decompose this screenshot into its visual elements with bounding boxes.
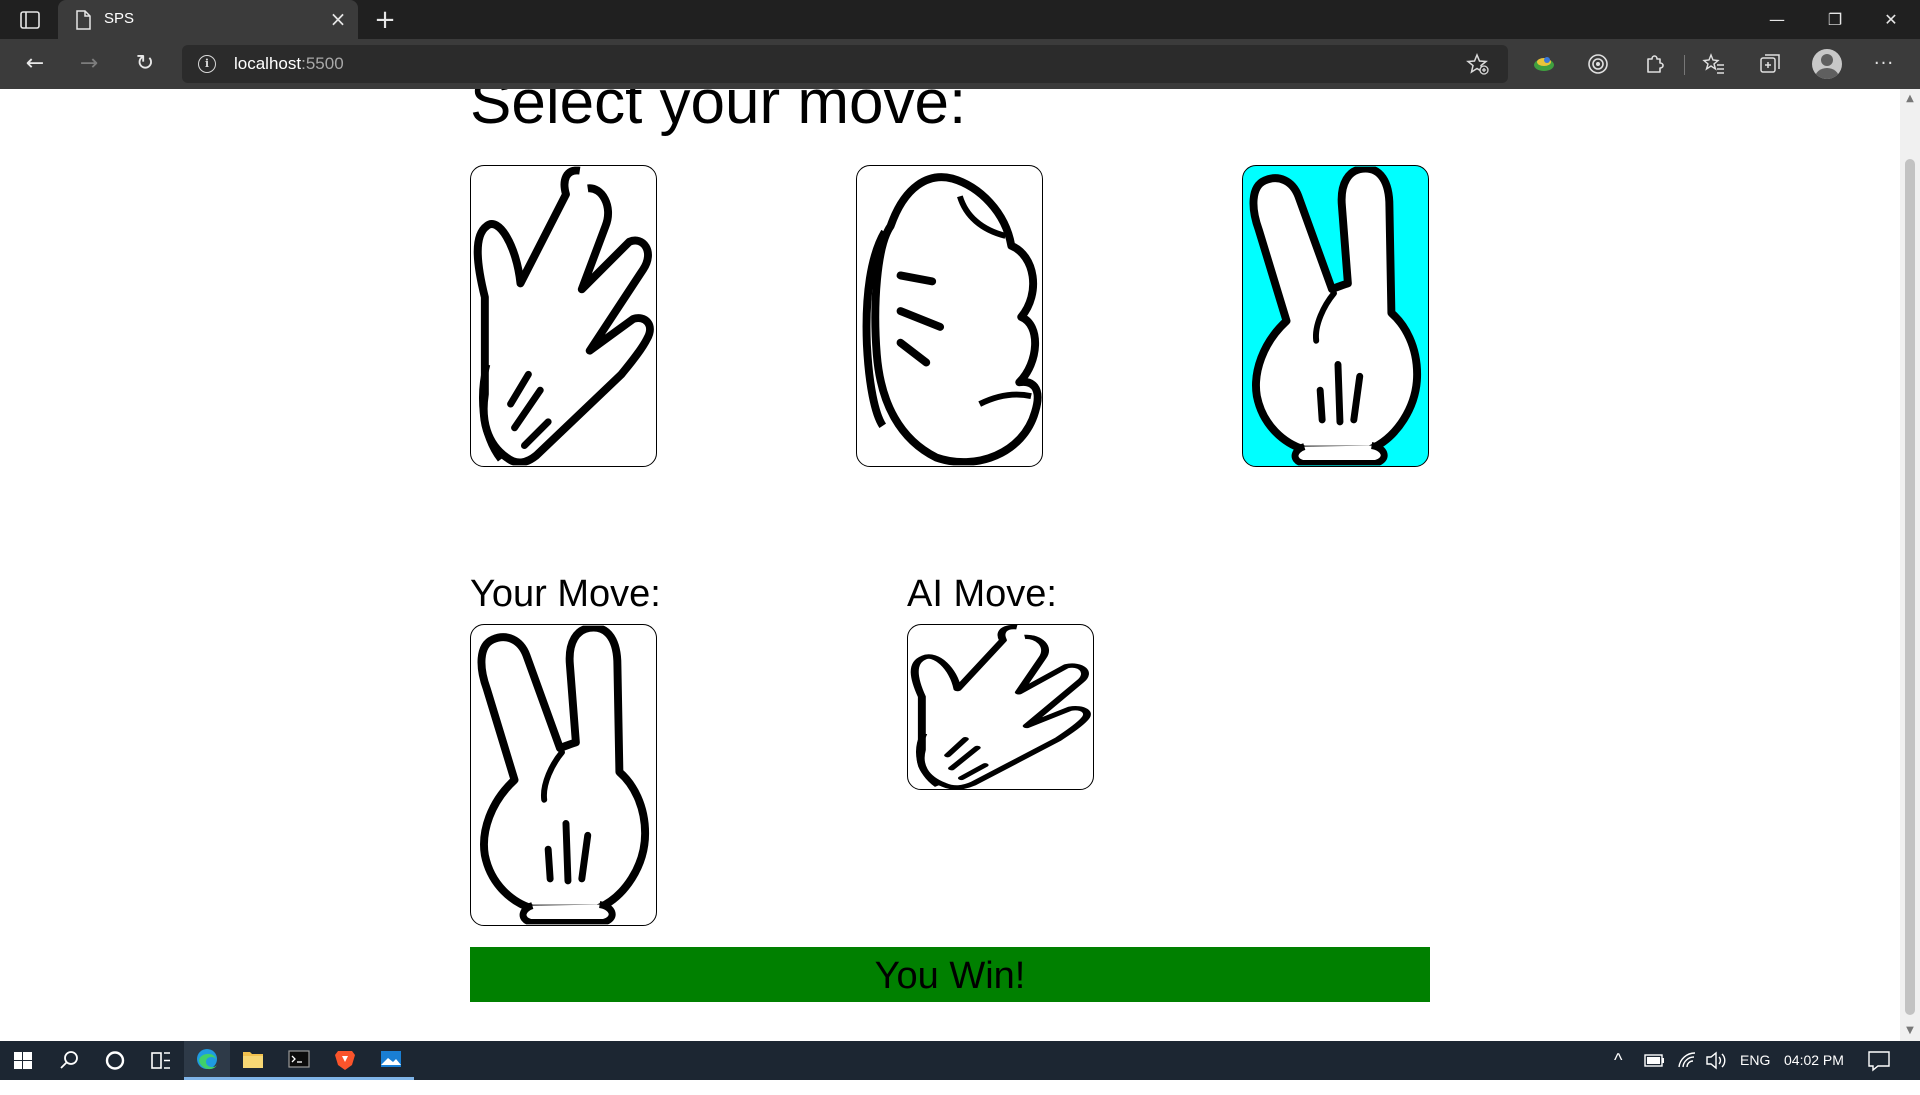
your-move-label: Your Move: <box>470 573 661 615</box>
tab-title: SPS <box>104 10 135 27</box>
peace-hand-icon <box>471 625 656 925</box>
ai-move-label: AI Move: <box>907 573 1057 615</box>
new-tab-button[interactable]: + <box>370 5 400 35</box>
wifi-icon[interactable] <box>1676 1041 1698 1080</box>
battery-icon[interactable] <box>1644 1041 1666 1080</box>
file-explorer-icon[interactable] <box>230 1041 276 1080</box>
scrollbar-thumb[interactable] <box>1905 159 1915 1015</box>
page-icon <box>74 10 92 30</box>
tab-close-icon[interactable]: × <box>326 7 350 31</box>
task-view-icon[interactable] <box>138 1041 184 1080</box>
extensions-icon[interactable] <box>1638 49 1670 79</box>
scroll-down-icon[interactable]: ▼ <box>1904 1025 1916 1037</box>
favorites-icon[interactable] <box>1698 49 1730 79</box>
forward-button[interactable]: → <box>72 49 106 79</box>
notification-icon[interactable] <box>1866 1041 1892 1080</box>
option-paper-card[interactable] <box>1242 165 1429 467</box>
taskbar: ^ ENG 04:02 PM <box>0 1041 1920 1080</box>
tab-actions-icon[interactable] <box>18 9 42 31</box>
close-window-button[interactable]: ✕ <box>1862 0 1920 39</box>
option-rock-card[interactable] <box>856 165 1043 467</box>
search-icon[interactable] <box>46 1041 92 1080</box>
restore-button[interactable]: ❐ <box>1806 0 1864 39</box>
favorites-add-icon[interactable] <box>1466 53 1490 75</box>
profile-body <box>1815 68 1839 79</box>
peace-hand-tilted-icon <box>908 625 1093 789</box>
cortana-icon[interactable] <box>92 1041 138 1080</box>
tracking-icon[interactable] <box>1582 49 1614 79</box>
back-button[interactable]: ← <box>18 49 52 79</box>
url-text[interactable]: localhost:5500 <box>234 54 344 74</box>
page-title: Select your move: <box>470 89 967 137</box>
option-scissors-card[interactable] <box>470 165 657 467</box>
language-indicator[interactable]: ENG <box>1740 1041 1770 1080</box>
site-info-icon[interactable]: i <box>198 55 216 73</box>
ai-move-card <box>907 624 1094 790</box>
page-scrollbar[interactable]: ▲ ▼ <box>1900 89 1920 1041</box>
photos-icon[interactable] <box>368 1041 414 1080</box>
terminal-icon[interactable] <box>276 1041 322 1080</box>
clock[interactable]: 04:02 PM <box>1784 1041 1844 1080</box>
more-icon[interactable]: ··· <box>1868 49 1900 79</box>
edge-icon[interactable] <box>184 1041 230 1080</box>
peace-hand-tilted-icon <box>471 166 656 466</box>
profile-head <box>1821 54 1833 66</box>
page-content: Select your move: Your Move: AI Move: Yo… <box>0 89 1900 1041</box>
windows-start-icon[interactable] <box>0 1041 46 1080</box>
browser-toolbar: ← → ↻ i localhost:5500 ··· <box>0 39 1920 89</box>
fist-icon <box>857 166 1042 466</box>
toolbar-separator <box>1684 55 1685 75</box>
result-banner: You Win! <box>470 947 1430 1002</box>
browser-tab[interactable]: SPS × <box>58 0 358 39</box>
profile-icon[interactable] <box>1812 49 1842 79</box>
scroll-up-icon[interactable]: ▲ <box>1904 93 1916 105</box>
refresh-button[interactable]: ↻ <box>128 49 162 79</box>
minimize-button[interactable]: — <box>1748 0 1806 39</box>
your-move-card <box>470 624 657 926</box>
address-bar[interactable]: i localhost:5500 <box>182 45 1508 83</box>
peace-hand-icon <box>1243 166 1428 466</box>
collections-icon[interactable] <box>1754 49 1786 79</box>
volume-icon[interactable] <box>1704 1041 1728 1080</box>
extension-colored-icon[interactable] <box>1528 49 1560 79</box>
brave-icon[interactable] <box>322 1041 368 1080</box>
tray-chevron-icon[interactable]: ^ <box>1614 1041 1622 1080</box>
tab-bar: SPS × + — ❐ ✕ <box>0 0 1920 39</box>
